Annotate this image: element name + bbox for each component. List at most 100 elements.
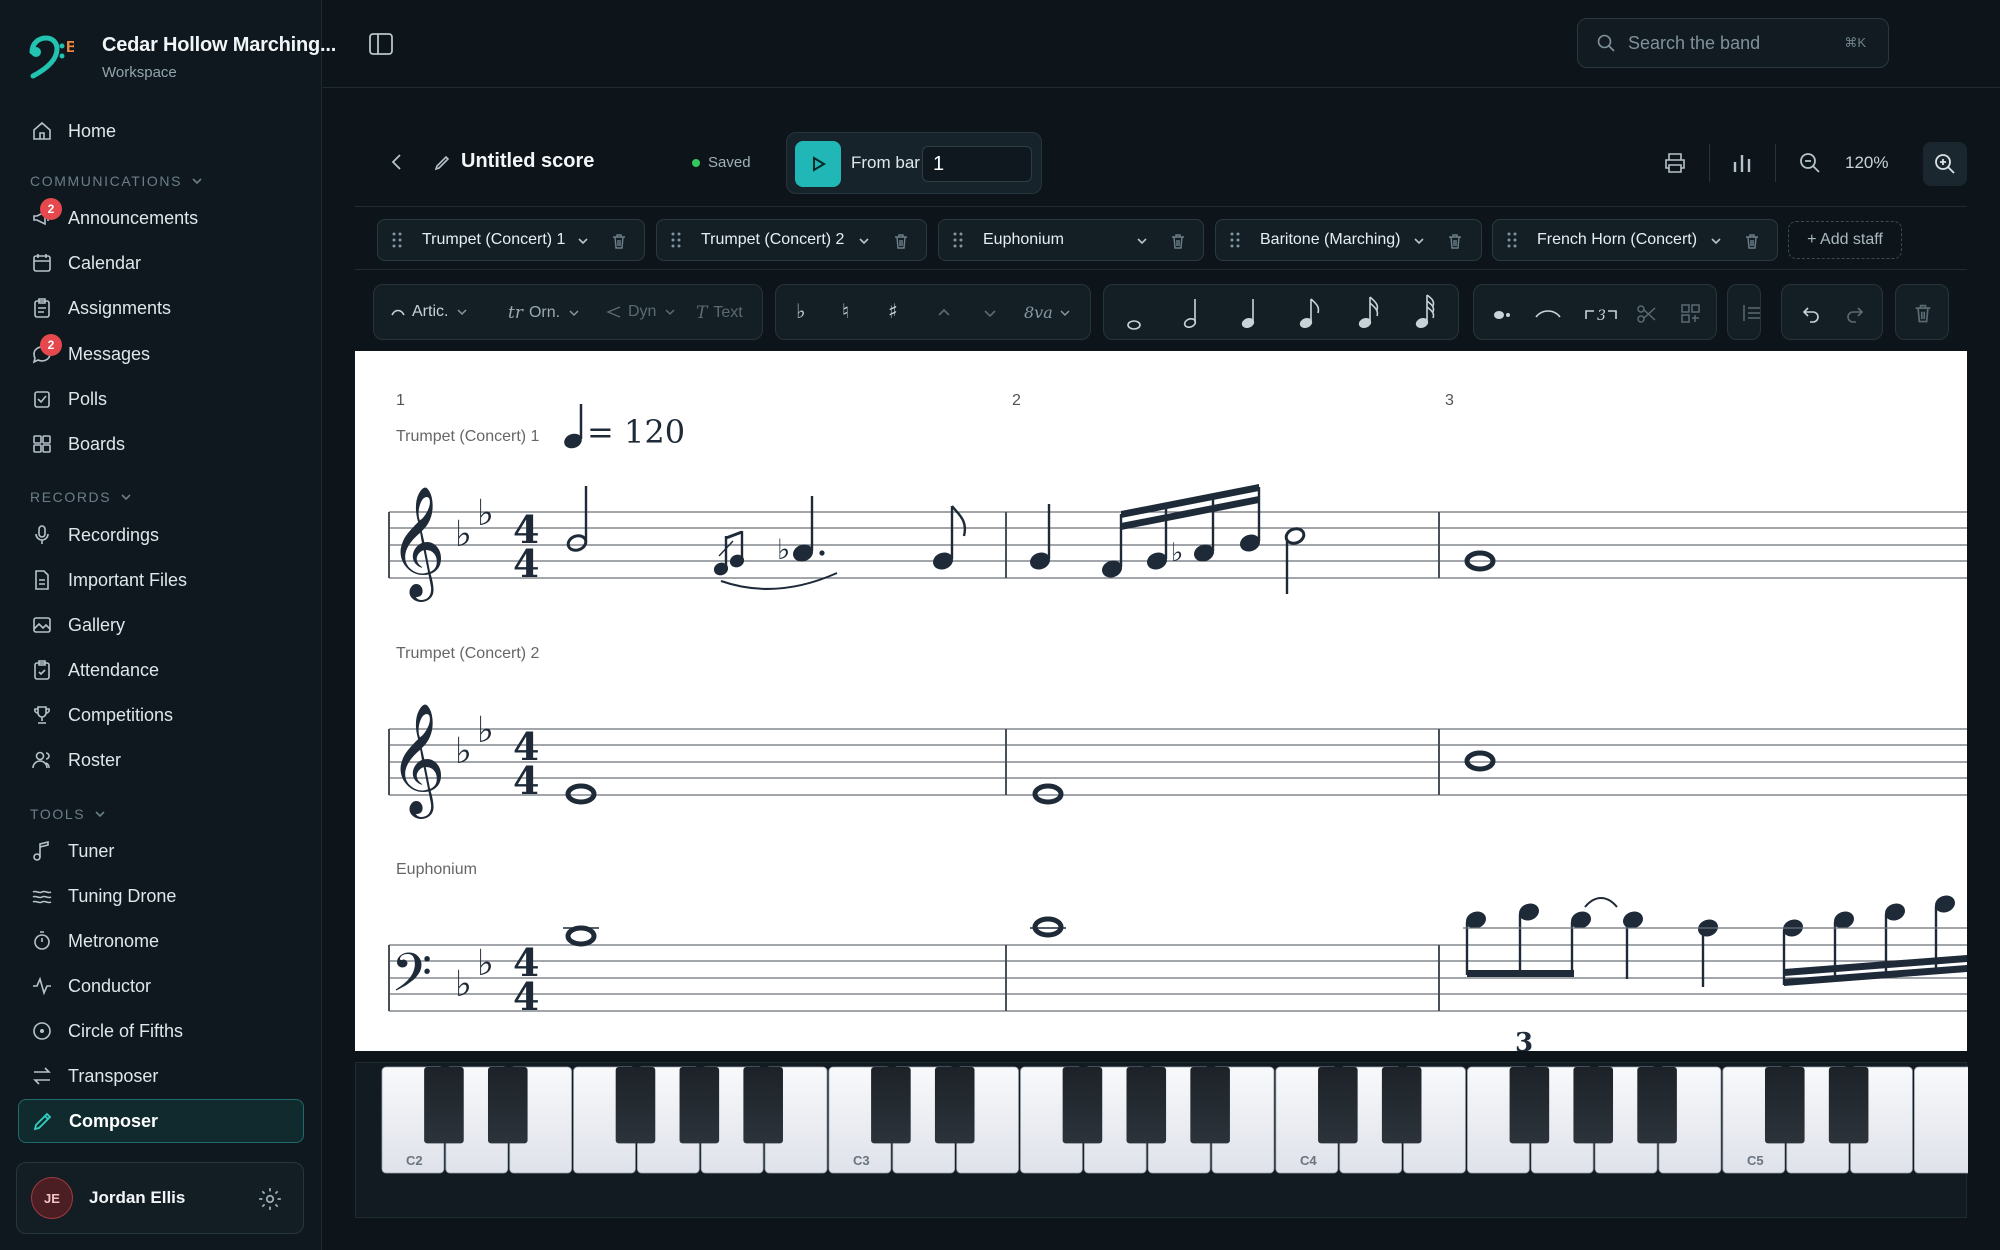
piano-label: C2 <box>406 1153 423 1168</box>
piano-black-key[interactable] <box>1509 1067 1550 1144</box>
score-title[interactable]: Untitled score <box>433 150 594 173</box>
sidebar-item-polls[interactable]: Polls <box>18 377 304 421</box>
ottava-dropdown[interactable]: 8va <box>1024 303 1073 322</box>
sidebar-item-gallery[interactable]: Gallery <box>18 603 304 647</box>
octave-up-icon[interactable] <box>936 305 952 321</box>
piano-black-key[interactable] <box>934 1067 975 1144</box>
piano-black-key[interactable] <box>1637 1067 1677 1144</box>
duration-buttons[interactable] <box>1104 285 1460 341</box>
sidebar-item-attendance[interactable]: Attendance <box>18 648 304 692</box>
sidebar-item-tuning-drone[interactable]: Tuning Drone <box>18 874 304 918</box>
play-icon <box>813 156 826 172</box>
piano-black-key[interactable] <box>1062 1067 1103 1144</box>
sidebar-item-important-files[interactable]: Important Files <box>18 558 304 602</box>
chevron-down-icon[interactable] <box>857 234 871 248</box>
section-records[interactable]: RECORDS <box>30 489 133 505</box>
chevron-down-icon[interactable] <box>1135 234 1149 248</box>
drag-handle-icon[interactable] <box>1230 231 1240 249</box>
piano-black-key[interactable] <box>1573 1067 1614 1144</box>
drag-handle-icon[interactable] <box>1507 231 1517 249</box>
trash-icon[interactable] <box>1446 232 1464 250</box>
sidebar-item-assignments[interactable]: Assignments <box>18 286 304 330</box>
print-icon[interactable] <box>1662 150 1688 176</box>
piano-black-key[interactable] <box>487 1067 528 1144</box>
drag-handle-icon[interactable] <box>392 231 402 249</box>
chevron-down-icon <box>121 494 131 501</box>
sidebar-item-messages[interactable]: 2 Messages <box>18 332 304 376</box>
sidebar-toggle-icon[interactable] <box>367 30 395 58</box>
piano-black-key[interactable] <box>424 1067 464 1144</box>
trash-icon[interactable] <box>892 232 910 250</box>
sidebar-item-announcements[interactable]: 2 Announcements <box>18 196 304 240</box>
ornament-dropdown[interactable]: tr Orn. <box>508 303 582 323</box>
sidebar-item-composer[interactable]: Composer <box>18 1099 304 1143</box>
dynamics-dropdown[interactable]: Dyn <box>606 303 678 321</box>
chevron-down-icon[interactable] <box>1412 234 1426 248</box>
sidebar-item-tuner[interactable]: Tuner <box>18 829 304 873</box>
section-tools[interactable]: TOOLS <box>30 806 107 822</box>
tempo-marking[interactable]: = 120 <box>562 404 685 451</box>
staff-3-notes[interactable]: 3 <box>563 894 1967 1051</box>
drag-handle-icon[interactable] <box>671 231 681 249</box>
piano-black-key[interactable] <box>871 1067 911 1144</box>
zoom-out-icon[interactable] <box>1797 150 1823 176</box>
staff-chip[interactable]: Baritone (Marching) <box>1215 219 1482 261</box>
bass-clef-icon: 𝄢 <box>391 943 432 1017</box>
chevron-down-icon[interactable] <box>576 234 590 248</box>
add-staff-button[interactable]: + Add staff <box>1788 221 1902 259</box>
staff-chip[interactable]: Euphonium <box>938 219 1204 261</box>
sidebar-item-roster[interactable]: Roster <box>18 738 304 782</box>
trash-icon[interactable] <box>1912 302 1934 324</box>
trash-icon[interactable] <box>610 232 628 250</box>
sidebar-item-recordings[interactable]: Recordings <box>18 513 304 557</box>
piano-black-key[interactable] <box>679 1067 720 1144</box>
piano-black-key[interactable] <box>1381 1067 1422 1144</box>
piano-black-key[interactable] <box>1764 1067 1805 1144</box>
piano-black-key[interactable] <box>1318 1067 1358 1144</box>
staff-chip[interactable]: French Horn (Concert) <box>1492 219 1778 261</box>
modifier-buttons[interactable]: 3 <box>1474 285 1718 341</box>
chevron-down-icon[interactable] <box>1709 234 1723 248</box>
gear-icon[interactable] <box>257 1186 283 1212</box>
piano-black-key[interactable] <box>743 1067 783 1144</box>
flat-button[interactable]: ♭ <box>796 299 805 323</box>
score-canvas[interactable]: 1 2 3 = 120 Trumpet (Concert) 1 Trumpet … <box>355 351 1967 1051</box>
natural-button[interactable]: ♮ <box>842 299 849 323</box>
octave-down-icon[interactable] <box>982 305 998 321</box>
from-bar-input[interactable]: 1 <box>922 146 1032 182</box>
back-icon[interactable] <box>385 150 409 174</box>
staff-label: Trumpet (Concert) 2 <box>396 645 540 662</box>
play-button[interactable] <box>795 141 841 187</box>
sidebar-item-boards[interactable]: Boards <box>18 422 304 466</box>
brand[interactable]: B Cedar Hollow Marching... Workspace <box>22 30 336 82</box>
trash-icon[interactable] <box>1743 232 1761 250</box>
sidebar-item-conductor[interactable]: Conductor <box>18 964 304 1008</box>
trash-icon[interactable] <box>1169 232 1187 250</box>
staff-chip[interactable]: Trumpet (Concert) 1 <box>377 219 645 261</box>
section-communications[interactable]: COMMUNICATIONS <box>30 173 204 189</box>
user-card[interactable]: JE Jordan Ellis <box>16 1162 304 1234</box>
search-input[interactable]: Search the band ⌘K <box>1577 18 1889 68</box>
sidebar-item-competitions[interactable]: Competitions <box>18 693 304 737</box>
staff-chip[interactable]: Trumpet (Concert) 2 <box>656 219 927 261</box>
piano-black-key[interactable] <box>1828 1067 1869 1144</box>
piano-black-key[interactable] <box>1190 1067 1230 1144</box>
piano-black-key[interactable] <box>1126 1067 1167 1144</box>
undo-icon[interactable] <box>1800 302 1822 324</box>
sidebar-item-calendar[interactable]: Calendar <box>18 241 304 285</box>
piano-black-keys[interactable] <box>424 1067 1869 1144</box>
piano-white-key[interactable] <box>1914 1066 1968 1174</box>
sidebar-item-transposer[interactable]: Transposer <box>18 1054 304 1098</box>
text-tool[interactable]: T Text <box>696 303 743 323</box>
chart-icon[interactable] <box>1729 150 1755 176</box>
sidebar-item-circle-of-fifths[interactable]: Circle of Fifths <box>18 1009 304 1053</box>
sidebar-item-home[interactable]: Home <box>18 109 304 153</box>
articulation-dropdown[interactable]: Artic. <box>390 303 470 321</box>
piano-black-key[interactable] <box>615 1067 656 1144</box>
zoom-in-button[interactable] <box>1923 142 1967 186</box>
align-icon[interactable] <box>1742 303 1761 323</box>
redo-icon[interactable] <box>1844 302 1866 324</box>
sidebar-item-metronome[interactable]: Metronome <box>18 919 304 963</box>
sharp-button[interactable]: ♯ <box>888 299 898 323</box>
drag-handle-icon[interactable] <box>953 231 963 249</box>
